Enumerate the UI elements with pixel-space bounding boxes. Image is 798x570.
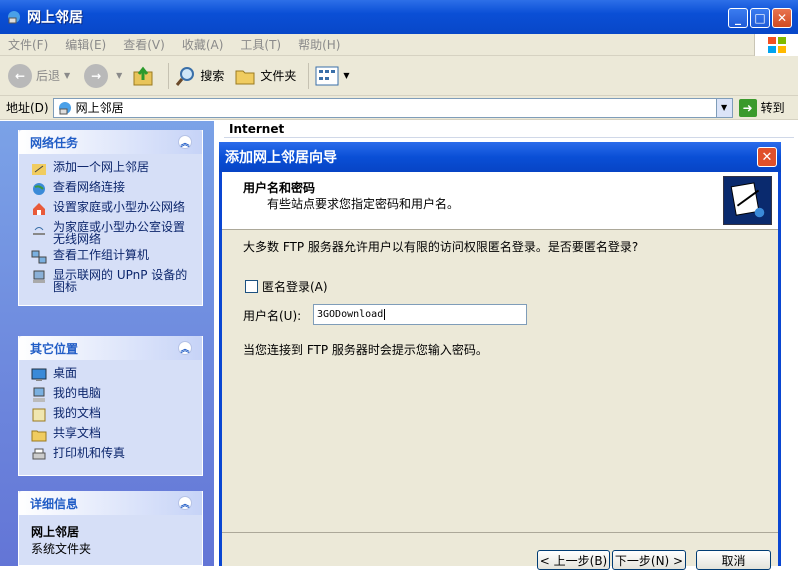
desktop-icon [31,368,47,381]
place-shared-documents[interactable]: 共享文档 [31,427,194,443]
menu-edit[interactable]: 编辑(E) [65,36,106,53]
forward-arrow-icon: → [84,63,109,88]
task-view-connections[interactable]: 查看网络连接 [31,181,194,197]
shared-folder-icon [31,430,47,442]
toolbar-separator [168,62,170,89]
wizard-titlebar: 添加网上邻居向导 ✕ [219,142,781,172]
details-panel: 详细信息 ︽ 网上邻居 系统文件夹 [18,491,203,566]
toolbar-separator [308,62,310,89]
details-type: 系统文件夹 [31,542,92,556]
place-printers-faxes[interactable]: 打印机和传真 [31,447,194,463]
wizard-title: 添加网上邻居向导 [225,150,337,166]
checkbox-box[interactable] [245,280,258,293]
menu-bar: 文件(F) 编辑(E) 查看(V) 收藏(A) 工具(T) 帮助(H) [0,34,798,56]
other-places-header[interactable]: 其它位置 ︽ [19,336,202,360]
wizard-close-button[interactable]: ✕ [757,147,777,167]
home-network-icon [33,203,45,215]
text-cursor [384,309,386,320]
menu-view[interactable]: 查看(V) [123,36,165,53]
views-button[interactable]: ▼ [315,66,350,86]
place-desktop[interactable]: 桌面 [31,367,194,383]
go-arrow-icon: ➜ [738,98,757,117]
task-pane: 网络任务 ︽ 添加一个网上邻居 查看网络连接 设置家庭或小型办公网络 为家庭或小… [0,121,214,566]
up-folder-icon [133,66,153,85]
dropdown-arrow-icon: ▼ [64,71,71,80]
minimize-button[interactable]: _ [728,8,748,28]
wizard-network-icon [723,176,772,225]
place-my-documents[interactable]: 我的文档 [31,407,194,423]
anonymous-question-text: 大多数 FTP 服务器允许用户以有限的访问权限匿名登录。是否要匿名登录? [243,240,639,254]
anonymous-login-checkbox[interactable]: 匿名登录(A) [245,278,328,295]
toolbar: ← 后退 ▼ → ▼ 搜索 文件夹 ▼ [0,56,798,96]
cancel-button[interactable]: 取消 [696,550,771,570]
my-computer-icon [33,387,45,402]
place-my-computer[interactable]: 我的电脑 [31,387,194,403]
search-icon [176,66,195,86]
add-network-place-icon [32,164,46,175]
back-button[interactable]: ← 后退 ▼ [8,63,71,88]
dropdown-arrow-icon: ▼ [343,71,350,80]
search-button[interactable]: 搜索 [175,65,224,87]
task-add-network-place[interactable]: 添加一个网上邻居 [31,161,194,177]
network-tasks-header[interactable]: 网络任务 ︽ [19,130,202,154]
window-titlebar: 网上邻居 _ □ ✕ [0,0,798,34]
menu-file[interactable]: 文件(F) [8,36,48,53]
folders-button[interactable]: 文件夹 [234,65,296,87]
wizard-header-title: 用户名和密码 [243,181,316,195]
windows-logo-icon [754,34,798,56]
my-documents-icon [32,408,46,422]
collapse-chevron-icon[interactable]: ︽ [178,341,192,355]
dropdown-arrow-icon: ▼ [116,71,123,80]
workgroup-icon [31,250,47,264]
collapse-chevron-icon[interactable]: ︽ [178,496,192,510]
up-folder-button[interactable] [132,64,156,88]
wizard-footer: < 上一步(B) 下一步(N) > 取消 [222,532,778,570]
wizard-header-subtitle: 有些站点要求您指定密码和用户名。 [267,197,460,211]
next-step-button[interactable]: 下一步(N) > [612,550,686,570]
task-show-upnp[interactable]: 显示联网的 UPnP 设备的图标 [31,269,194,293]
address-bar: 地址(D) 网上邻居 ▼ ➜ 转到 [0,96,798,120]
network-tasks-panel: 网络任务 ︽ 添加一个网上邻居 查看网络连接 设置家庭或小型办公网络 为家庭或小… [18,130,203,306]
menu-tools[interactable]: 工具(T) [240,36,281,53]
address-value: 网上邻居 [75,101,124,115]
wizard-header: 用户名和密码 有些站点要求您指定密码和用户名。 [222,172,778,230]
details-name: 网上邻居 [31,525,80,539]
details-header[interactable]: 详细信息 ︽ [19,491,202,515]
username-input[interactable]: 3GODownload [313,304,527,325]
address-dropdown-icon[interactable]: ▼ [715,98,732,117]
network-places-icon [58,101,71,114]
printer-icon [32,448,46,460]
views-icon [315,66,339,85]
forward-button[interactable]: → ▼ [84,63,123,88]
group-header-internet: Internet [229,122,285,136]
address-label: 地址(D) [6,101,49,115]
menu-help[interactable]: 帮助(H) [298,36,340,53]
add-network-place-wizard: 添加网上邻居向导 ✕ 用户名和密码 有些站点要求您指定密码和用户名。 大多数 F… [219,142,781,570]
password-note: 当您连接到 FTP 服务器时会提示您输入密码。 [243,343,488,357]
address-input[interactable]: 网上邻居 ▼ [52,97,733,118]
back-arrow-icon: ← [8,63,32,88]
wireless-icon [33,227,45,235]
go-button[interactable]: ➜ 转到 [738,98,785,117]
username-label: 用户名(U): [243,309,302,323]
window-title: 网上邻居 [27,10,83,26]
collapse-chevron-icon[interactable]: ︽ [178,135,192,149]
group-divider [224,137,794,138]
network-places-icon [8,11,20,24]
menu-favorites[interactable]: 收藏(A) [182,36,224,53]
task-setup-wireless[interactable]: 为家庭或小型办公室设置无线网络 [31,221,194,245]
maximize-button[interactable]: □ [750,8,770,28]
folder-icon [235,70,255,84]
upnp-device-icon [33,270,45,283]
globe-icon [33,183,45,195]
close-window-button[interactable]: ✕ [772,8,792,28]
task-setup-home-network[interactable]: 设置家庭或小型办公网络 [31,201,194,217]
task-view-workgroup[interactable]: 查看工作组计算机 [31,249,194,265]
back-step-button[interactable]: < 上一步(B) [537,550,610,570]
other-places-panel: 其它位置 ︽ 桌面 我的电脑 我的文档 共享文档 打印机和传真 [18,336,203,476]
